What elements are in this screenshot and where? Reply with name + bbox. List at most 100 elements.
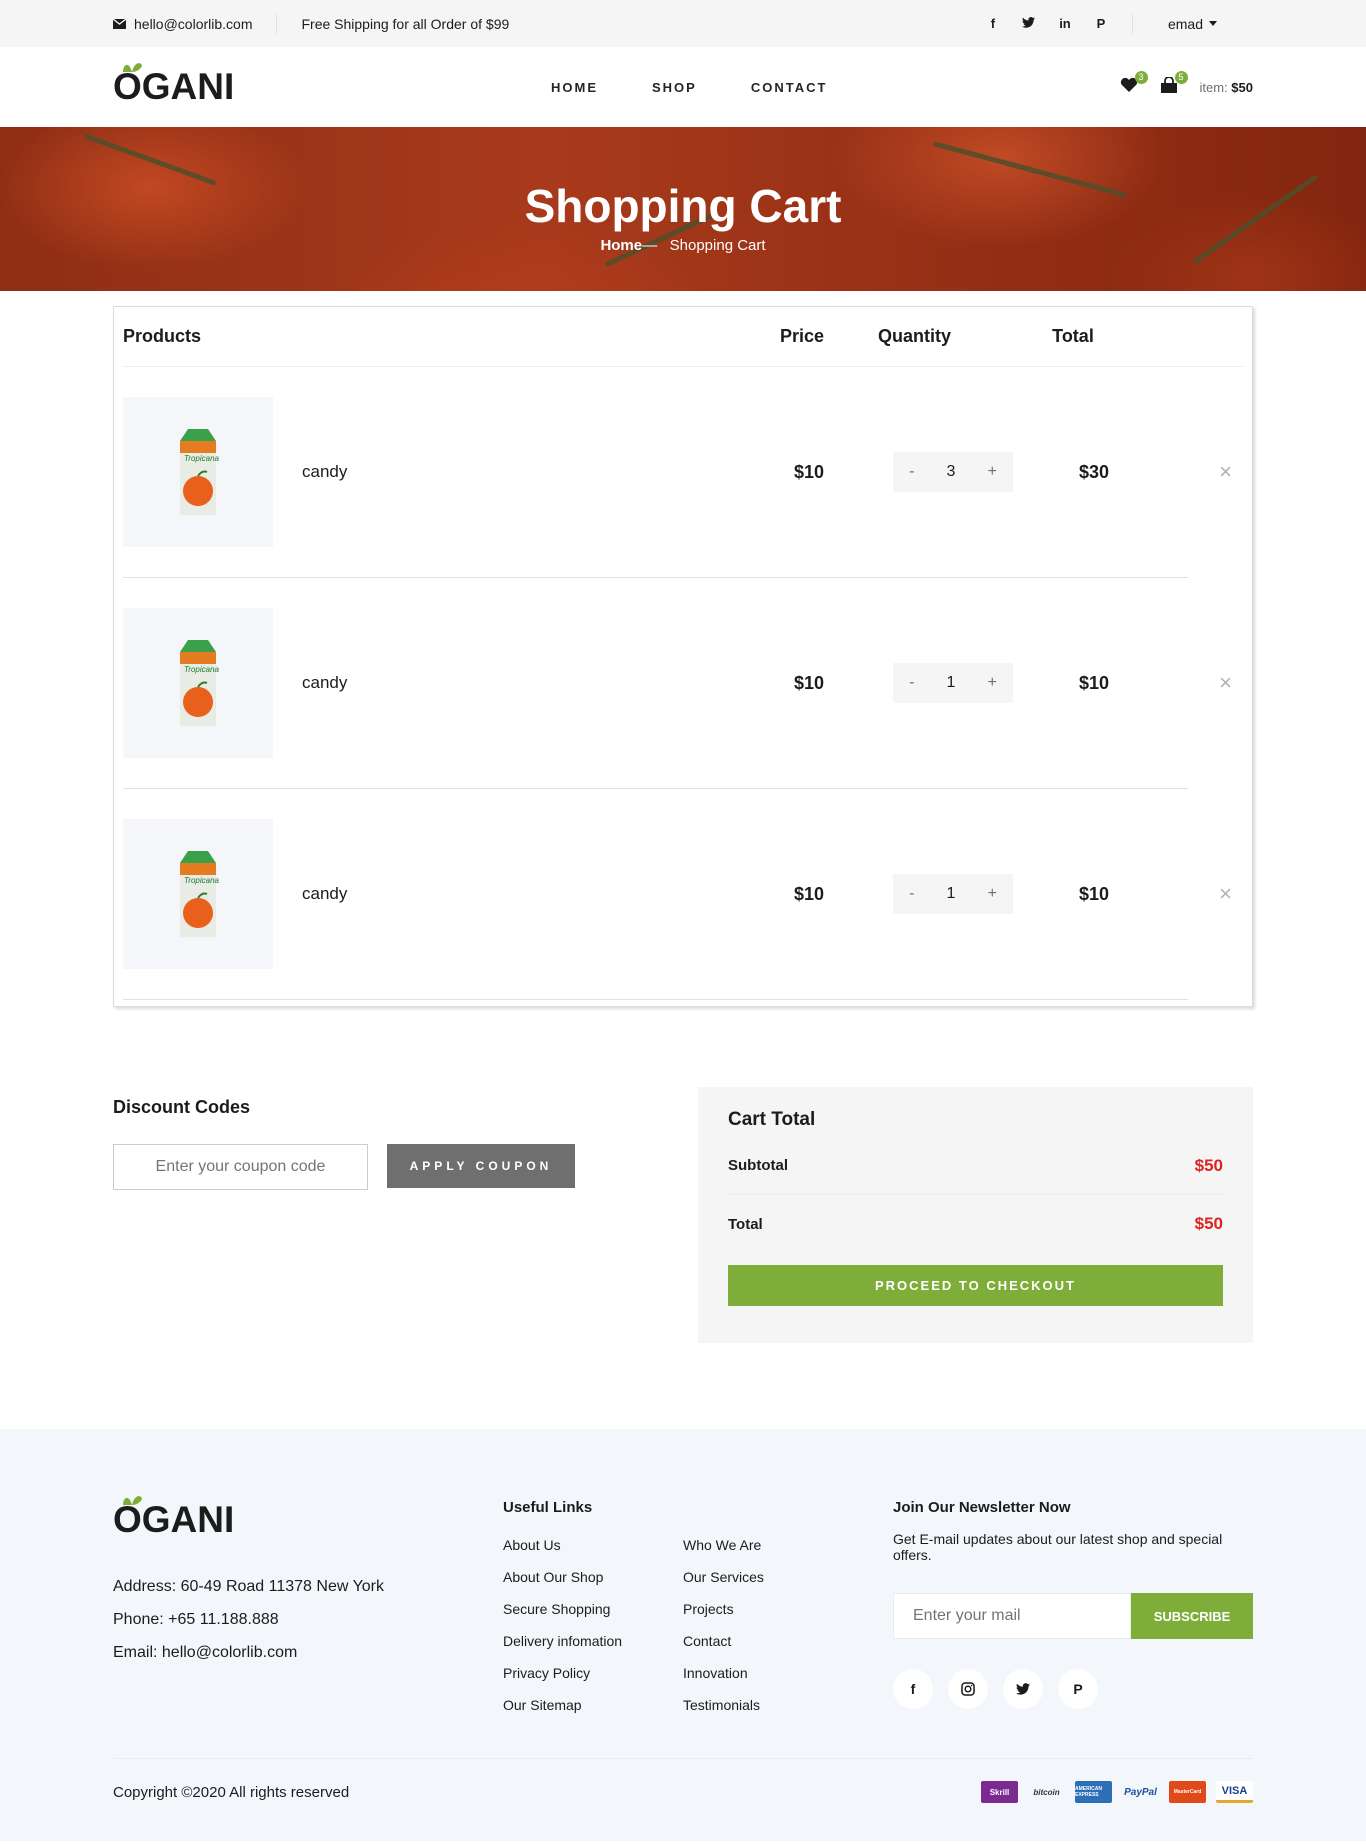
logo[interactable]: OGANI <box>113 63 234 108</box>
cart-total-title: Cart Total <box>728 1109 816 1130</box>
footer-link[interactable]: Who We Are <box>683 1529 863 1561</box>
main-nav: HOME SHOP CONTACT <box>551 80 827 95</box>
decrease-button[interactable]: - <box>909 463 914 481</box>
footer-address: Address: 60-49 Road 11378 New York <box>113 1578 384 1595</box>
facebook-icon[interactable]: f <box>893 1669 933 1709</box>
decrease-button[interactable]: - <box>909 885 914 903</box>
svg-text:Tropicana: Tropicana <box>184 454 220 463</box>
pinterest-icon[interactable]: P <box>1094 16 1108 31</box>
footer-link[interactable]: Privacy Policy <box>503 1657 683 1689</box>
juice-carton-image: Tropicana <box>180 429 220 515</box>
total-label: Total <box>728 1215 763 1233</box>
total-line: Total $50 <box>728 1195 1223 1253</box>
footer-link[interactable]: About Us <box>503 1529 683 1561</box>
product-image[interactable]: Tropicana <box>123 819 273 969</box>
paypal-logo: PayPal <box>1122 1781 1159 1803</box>
cart-row: Tropicana candy $10 - 3 + $30 × <box>123 367 1232 578</box>
email-text: hello@colorlib.com <box>134 15 253 32</box>
nav-contact[interactable]: CONTACT <box>751 80 828 95</box>
remove-item-icon[interactable]: × <box>1219 670 1232 696</box>
row-total: $30 <box>1078 461 1110 482</box>
header-total: Total <box>1052 326 1094 346</box>
shipping-notice: Free Shipping for all Order of $99 <box>301 15 510 32</box>
footer-link[interactable]: Our Services <box>683 1561 863 1593</box>
header-price: Price <box>779 326 824 346</box>
quantity-stepper: - 1 + <box>893 874 1013 914</box>
cart-total-box: Cart Total Subtotal $50 Total $50 PROCEE… <box>698 1087 1253 1343</box>
subtotal-value: $50 <box>1194 1155 1223 1175</box>
breadcrumb-home[interactable]: Home <box>600 237 642 254</box>
footer: OGANI Address: 60-49 Road 11378 New York… <box>0 1429 1366 1841</box>
juice-carton-image: Tropicana <box>180 851 220 937</box>
quantity-stepper: - 3 + <box>893 452 1013 492</box>
footer-link[interactable]: Our Sitemap <box>503 1689 683 1721</box>
instagram-icon[interactable] <box>948 1669 988 1709</box>
cart-button[interactable]: 5 <box>1160 71 1188 97</box>
footer-logo[interactable]: OGANI <box>113 1496 234 1541</box>
cart-count: 5 <box>1174 71 1188 84</box>
footer-link[interactable]: Contact <box>683 1625 863 1657</box>
product-name[interactable]: candy <box>302 673 683 693</box>
decrease-button[interactable]: - <box>909 674 914 692</box>
header-email[interactable]: hello@colorlib.com <box>113 13 278 34</box>
twitter-icon[interactable] <box>1022 16 1036 31</box>
footer-link[interactable]: About Our Shop <box>503 1561 683 1593</box>
pinterest-icon[interactable]: P <box>1058 1669 1098 1709</box>
total-value: $50 <box>1194 1214 1223 1233</box>
product-name[interactable]: candy <box>302 884 683 904</box>
product-price: $10 <box>793 672 824 693</box>
subtotal-label: Subtotal <box>728 1157 788 1174</box>
quantity-stepper: - 1 + <box>893 663 1013 703</box>
linkedin-icon[interactable]: in <box>1058 16 1072 31</box>
row-total: $10 <box>1078 883 1110 904</box>
breadcrumb-hero: Shopping Cart Home— Shopping Cart <box>0 127 1366 291</box>
top-bar: hello@colorlib.com Free Shipping for all… <box>0 0 1366 47</box>
coupon-input[interactable] <box>113 1144 368 1190</box>
svg-text:Tropicana: Tropicana <box>184 665 220 674</box>
footer-link[interactable]: Delivery infomation <box>503 1625 683 1657</box>
wishlist-count: 3 <box>1134 71 1148 84</box>
footer-link[interactable]: Projects <box>683 1593 863 1625</box>
header-quantity: Quantity <box>877 326 951 346</box>
breadcrumb-current: Shopping Cart <box>669 237 766 254</box>
nav-home[interactable]: HOME <box>551 80 598 95</box>
wishlist-button[interactable]: 3 <box>1120 71 1148 97</box>
leaf-icon <box>123 63 142 72</box>
checkout-button[interactable]: PROCEED TO CHECKOUT <box>728 1265 1223 1306</box>
newsletter-text: Get E-mail updates about our latest shop… <box>893 1531 1223 1563</box>
remove-item-icon[interactable]: × <box>1219 459 1232 485</box>
product-price: $10 <box>793 461 824 482</box>
payment-methods: Skrill bitcoin AMERICAN EXPRESS PayPal M… <box>981 1781 1253 1803</box>
increase-button[interactable]: + <box>988 674 997 692</box>
cart-row: Tropicana candy $10 - 1 + $10 × <box>123 578 1232 789</box>
product-name[interactable]: candy <box>302 462 683 482</box>
product-image[interactable]: Tropicana <box>123 397 273 547</box>
quantity-value[interactable]: 1 <box>947 885 956 903</box>
increase-button[interactable]: + <box>988 885 997 903</box>
footer-link[interactable]: Secure Shopping <box>503 1593 683 1625</box>
skrill-logo: Skrill <box>981 1781 1018 1803</box>
product-price: $10 <box>793 883 824 904</box>
increase-button[interactable]: + <box>988 463 997 481</box>
quantity-value[interactable]: 1 <box>947 674 956 692</box>
facebook-icon[interactable]: f <box>986 16 1000 31</box>
row-total: $10 <box>1078 672 1110 693</box>
subscribe-button[interactable]: SUBSCRIBE <box>1131 1593 1253 1639</box>
discount-title: Discount Codes <box>113 1097 251 1117</box>
remove-item-icon[interactable]: × <box>1219 881 1232 907</box>
copyright: Copyright ©2020 All rights reserved <box>113 1783 350 1801</box>
nav-shop[interactable]: SHOP <box>652 80 697 95</box>
quantity-value[interactable]: 3 <box>947 463 956 481</box>
newsletter-email-input[interactable] <box>893 1593 1131 1639</box>
cart-row: Tropicana candy $10 - 1 + $10 × <box>123 789 1232 1000</box>
twitter-icon[interactable] <box>1003 1669 1043 1709</box>
product-image[interactable]: Tropicana <box>123 608 273 758</box>
footer-link[interactable]: Testimonials <box>683 1689 863 1721</box>
caret-down-icon <box>1209 21 1217 26</box>
page-title: Shopping Cart <box>524 180 842 232</box>
user-dropdown[interactable]: emad <box>1133 16 1253 32</box>
apply-coupon-button[interactable]: APPLY COUPON <box>387 1144 575 1188</box>
footer-link[interactable]: Innovation <box>683 1657 863 1689</box>
juice-carton-image: Tropicana <box>180 640 220 726</box>
breadcrumb-separator: — <box>642 237 658 254</box>
